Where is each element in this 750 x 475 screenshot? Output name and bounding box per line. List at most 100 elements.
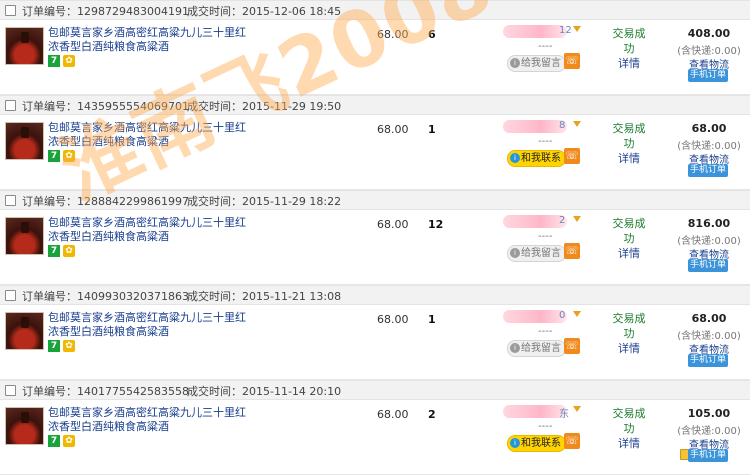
chat-icon: i — [510, 58, 520, 68]
order-number: 订单编号：1435955554069701 — [22, 100, 189, 113]
order-number: 订单编号：1401775542583558 — [22, 385, 189, 398]
order-checkbox[interactable] — [5, 195, 16, 206]
quantity: 6 — [428, 28, 436, 41]
product-title[interactable]: 包邮莫言家乡酒高密红高粱九儿三十里红 浓香型白酒纯粮食高粱酒 — [48, 406, 246, 434]
quantity: 1 — [428, 123, 436, 136]
leave-message-button[interactable]: i 给我留言 — [507, 245, 566, 262]
product-title[interactable]: 包邮莫言家乡酒高密红高粱九儿三十里红 浓香型白酒纯粮食高粱酒 — [48, 216, 246, 244]
order-checkbox[interactable] — [5, 290, 16, 301]
buyer-name-redacted[interactable] — [503, 405, 567, 418]
buyer-name-tail: 2 — [559, 215, 566, 226]
order-row: 订单编号：1435955554069701 成交时间：2015-11-29 19… — [0, 95, 750, 190]
quantity: 12 — [428, 218, 444, 231]
contact-me-button[interactable]: i 和我联系 — [507, 435, 566, 452]
order-header: 订单编号：1298729483004191 成交时间：2015-12-06 18… — [0, 0, 750, 20]
product-thumbnail[interactable] — [5, 407, 44, 445]
buyer-dash: ---- — [538, 41, 553, 52]
order-total: 816.00 — [687, 217, 731, 230]
mobile-order-badge[interactable]: 手机订单 — [688, 354, 728, 367]
shipping-fee: (含快递:0.00) — [677, 141, 741, 152]
unit-price: 68.00 — [377, 313, 409, 326]
filter-icon[interactable] — [573, 121, 581, 127]
buyer-dash: ---- — [538, 421, 553, 432]
product-thumbnail[interactable] — [5, 27, 44, 65]
shipping-fee: (含快递:0.00) — [677, 46, 741, 57]
contact-me-button[interactable]: i 和我联系 — [507, 150, 566, 167]
buyer-name-tail: 8 — [559, 120, 566, 131]
product-title[interactable]: 包邮莫言家乡酒高密红高粱九儿三十里红 浓香型白酒纯粮食高粱酒 — [48, 121, 246, 149]
buyer-name-redacted[interactable] — [503, 310, 567, 323]
trade-status: 交易成功 详情 — [608, 311, 650, 356]
order-time: 成交时间：2015-11-14 20:10 — [187, 385, 342, 398]
order-checkbox[interactable] — [5, 100, 16, 111]
quantity: 1 — [428, 313, 436, 326]
mobile-order-badge[interactable]: 手机订单 — [688, 69, 728, 82]
order-total: 105.00 — [687, 407, 731, 420]
product-thumbnail[interactable] — [5, 217, 44, 255]
order-header: 订单编号：1409930320371863 成交时间：2015-11-21 13… — [0, 285, 750, 305]
buyer-name-redacted[interactable] — [503, 25, 567, 38]
phone-icon[interactable]: ☏ — [564, 53, 580, 69]
mobile-order-badge[interactable]: 手机订单 — [688, 449, 728, 462]
filter-icon[interactable] — [573, 26, 581, 32]
details-link[interactable]: 详情 — [608, 56, 650, 71]
mobile-order-badge[interactable]: 手机订单 — [688, 164, 728, 177]
shipping-fee: (含快递:0.00) — [677, 236, 741, 247]
leave-message-button[interactable]: i 给我留言 — [507, 340, 566, 357]
phone-icon[interactable]: ☏ — [564, 338, 580, 354]
order-row: 订单编号：1288842299861997 成交时间：2015-11-29 18… — [0, 190, 750, 285]
product-title[interactable]: 包邮莫言家乡酒高密红高粱九儿三十里红 浓香型白酒纯粮食高粱酒 — [48, 311, 246, 339]
quantity: 2 — [428, 408, 436, 421]
product-thumbnail[interactable] — [5, 312, 44, 350]
unit-price: 68.00 — [377, 218, 409, 231]
seven-day-return-icon: 7 — [48, 55, 60, 67]
unit-price: 68.00 — [377, 408, 409, 421]
guarantee-icon: ✿ — [63, 55, 75, 67]
order-time: 成交时间：2015-11-29 18:22 — [187, 195, 342, 208]
product-title[interactable]: 包邮莫言家乡酒高密红高粱九儿三十里红 浓香型白酒纯粮食高粱酒 — [48, 26, 246, 54]
filter-icon[interactable] — [573, 311, 581, 317]
buyer-dash: ---- — [538, 326, 553, 337]
order-checkbox[interactable] — [5, 385, 16, 396]
phone-icon[interactable]: ☏ — [564, 243, 580, 259]
details-link[interactable]: 详情 — [608, 246, 650, 261]
order-header: 订单编号：1288842299861997 成交时间：2015-11-29 18… — [0, 190, 750, 210]
order-row: 订单编号：1401775542583558 成交时间：2015-11-14 20… — [0, 380, 750, 475]
product-badges: 7 ✿ — [48, 245, 78, 259]
buyer-name-redacted[interactable] — [503, 215, 567, 228]
details-link[interactable]: 详情 — [608, 436, 650, 451]
chat-icon: i — [510, 153, 520, 163]
buyer-name-redacted[interactable] — [503, 120, 567, 133]
guarantee-icon: ✿ — [63, 150, 75, 162]
trade-status: 交易成功 详情 — [608, 216, 650, 261]
order-total: 408.00 — [687, 27, 731, 40]
order-number: 订单编号：1288842299861997 — [22, 195, 189, 208]
order-row: 订单编号：1298729483004191 成交时间：2015-12-06 18… — [0, 0, 750, 95]
phone-icon[interactable]: ☏ — [564, 148, 580, 164]
mobile-order-badge[interactable]: 手机订单 — [688, 259, 728, 272]
leave-message-button[interactable]: i 给我留言 — [507, 55, 566, 72]
buyer-dash: ---- — [538, 136, 553, 147]
buyer-name-tail: 东 — [559, 409, 569, 420]
order-checkbox[interactable] — [5, 5, 16, 16]
guarantee-icon: ✿ — [63, 435, 75, 447]
product-badges: 7 ✿ — [48, 435, 78, 449]
product-thumbnail[interactable] — [5, 122, 44, 160]
order-header: 订单编号：1435955554069701 成交时间：2015-11-29 19… — [0, 95, 750, 115]
buyer-name-tail: 12 — [559, 25, 572, 36]
buyer-name-tail: 0 — [559, 310, 566, 321]
order-time: 成交时间：2015-12-06 18:45 — [187, 5, 342, 18]
details-link[interactable]: 详情 — [608, 151, 650, 166]
shipping-fee: (含快递:0.00) — [677, 331, 741, 342]
filter-icon[interactable] — [573, 406, 581, 412]
order-time: 成交时间：2015-11-29 19:50 — [187, 100, 342, 113]
order-number: 订单编号：1409930320371863 — [22, 290, 189, 303]
guarantee-icon: ✿ — [63, 245, 75, 257]
filter-icon[interactable] — [573, 216, 581, 222]
buyer-dash: ---- — [538, 231, 553, 242]
details-link[interactable]: 详情 — [608, 341, 650, 356]
unit-price: 68.00 — [377, 28, 409, 41]
shipping-fee: (含快递:0.00) — [677, 426, 741, 437]
phone-icon[interactable]: ☏ — [564, 433, 580, 449]
chat-icon: i — [510, 438, 520, 448]
